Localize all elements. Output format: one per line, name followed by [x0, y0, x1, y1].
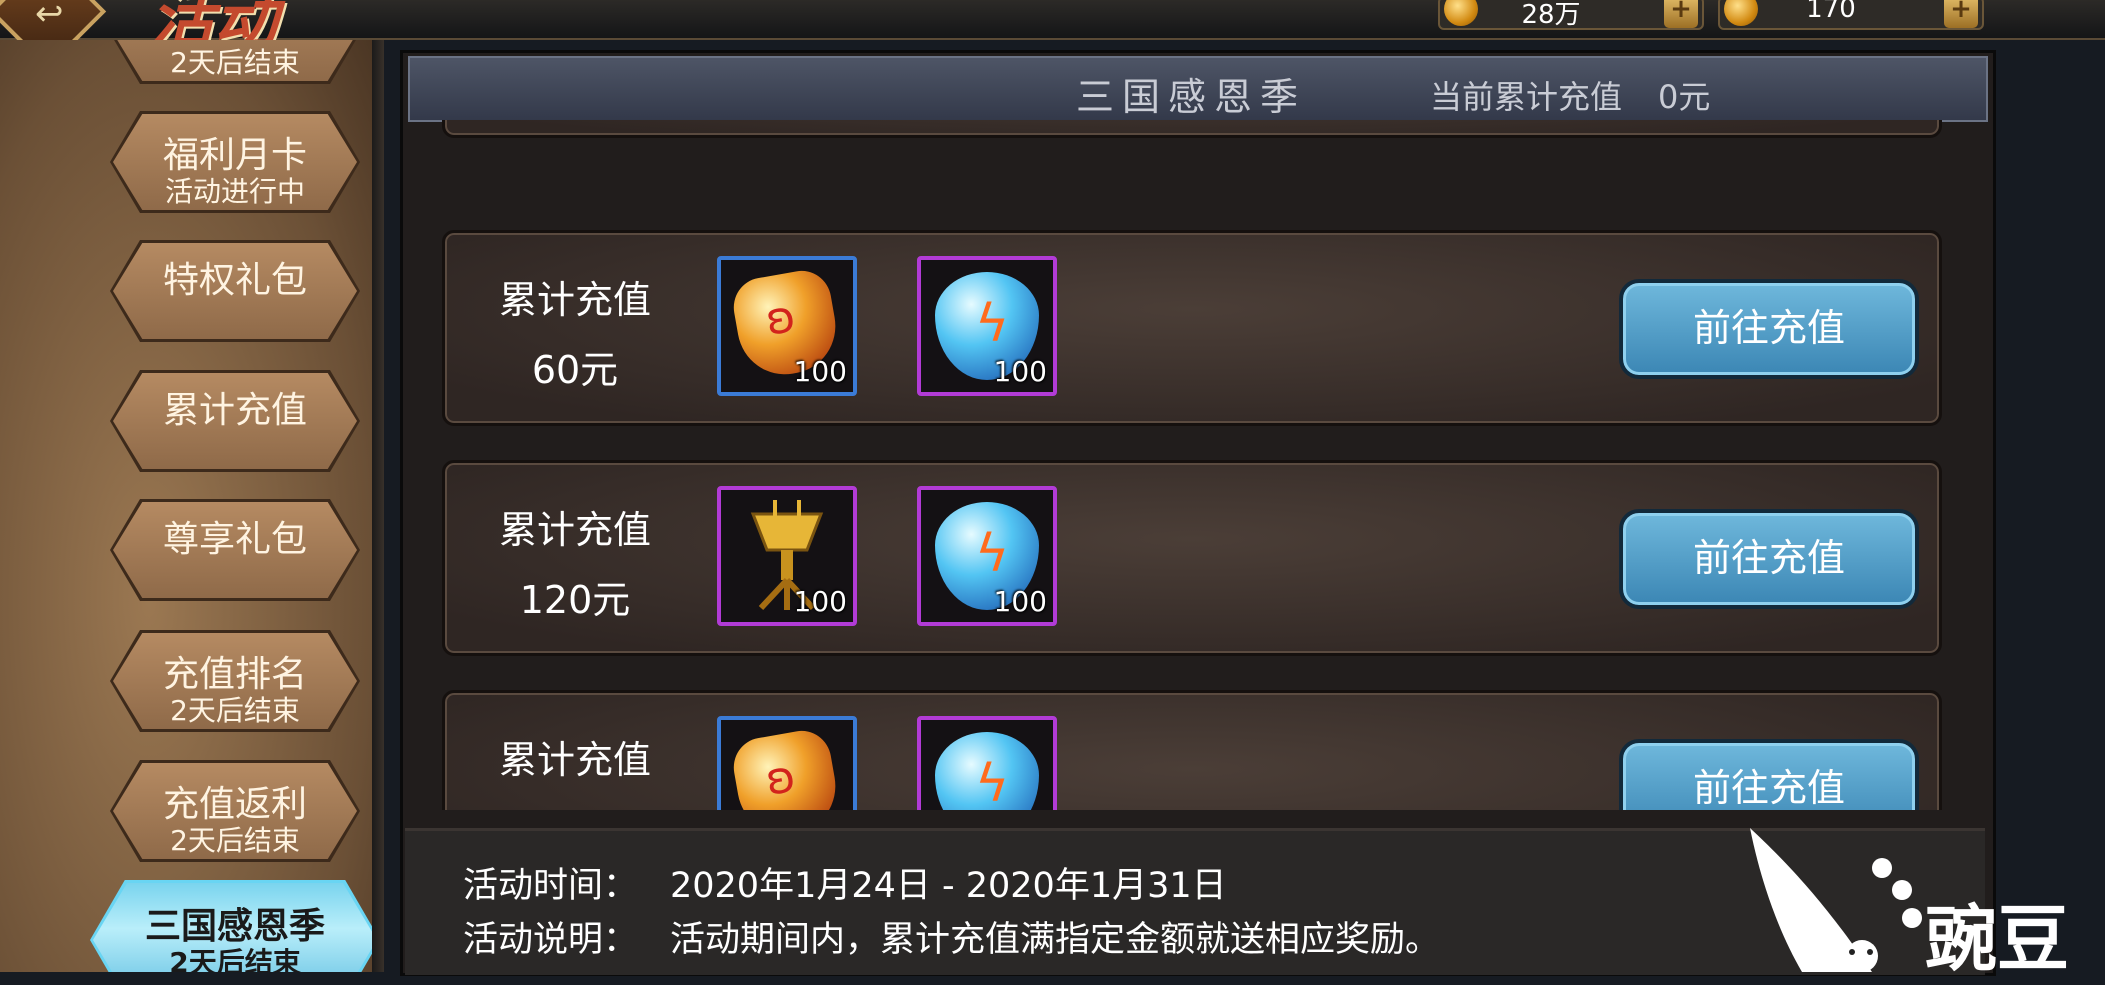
- reward-requirement-label: 累计充值: [498, 278, 651, 322]
- reward-requirement-amount: 120元: [519, 578, 631, 622]
- reward-item-slot[interactable]: 100: [717, 486, 857, 626]
- panel-title: 三国感恩季: [1076, 75, 1307, 119]
- reward-requirement-amount: 60元: [531, 348, 619, 392]
- item-quantity: 100: [993, 355, 1047, 388]
- total-recharge-value: 0元: [1658, 78, 1711, 116]
- sidebar-item-cumulative-recharge[interactable]: 累计充值: [110, 370, 360, 472]
- sidebar-item-recharge-ranking[interactable]: 充值排名 2天后结束: [110, 630, 360, 732]
- reward-item-slot[interactable]: 100: [717, 256, 857, 396]
- go-recharge-button[interactable]: 前往充值: [1619, 509, 1919, 609]
- sidebar-item-monthly-card[interactable]: 福利月卡 活动进行中: [110, 111, 360, 213]
- crystal-icon: [935, 732, 1039, 810]
- sidebar-item-premium-pack[interactable]: 尊享礼包: [110, 499, 360, 601]
- reward-item-slot[interactable]: [917, 716, 1057, 810]
- reward-row-partial: [442, 120, 1942, 138]
- gold-ingot-value: 170: [1806, 0, 1856, 24]
- item-quantity: 100: [993, 585, 1047, 618]
- gem-icon: [729, 726, 843, 810]
- activity-description-label: 活动说明：: [463, 920, 639, 960]
- sidebar-item-thanksgiving[interactable]: 三国感恩季 2天后结束: [90, 880, 372, 972]
- reward-item-slot[interactable]: [717, 716, 857, 810]
- reward-item-slot[interactable]: 100: [917, 256, 1057, 396]
- reward-row: 累计充值 60元 100 100 前往充值: [442, 230, 1942, 426]
- total-recharge-label: 当前累计充值: [1430, 78, 1623, 116]
- add-gold-coin-button[interactable]: +: [1664, 0, 1698, 28]
- reward-item-slot[interactable]: 100: [917, 486, 1057, 626]
- activity-time-label: 活动时间：: [463, 866, 639, 906]
- item-quantity: 100: [793, 585, 847, 618]
- watermark-text: 豌豆: [1925, 897, 2070, 981]
- gold-coin-currency: 28万 +: [1438, 0, 1704, 30]
- sidebar-item-0[interactable]: 2天后结束: [110, 40, 360, 84]
- watermark-logo-icon: [1750, 828, 1922, 972]
- sidebar-item-sub: 2天后结束: [170, 46, 300, 79]
- gold-ingot-currency: 170 +: [1718, 0, 1984, 30]
- sidebar-item-privilege-pack[interactable]: 特权礼包: [110, 240, 360, 342]
- reward-row: 累计充值 120元 100 100 前往充值: [442, 460, 1942, 656]
- reward-list[interactable]: 累计充值 60元 100 100 前往充值 累计充值 120元 100 10: [400, 120, 1990, 810]
- add-gold-ingot-button[interactable]: +: [1944, 0, 1978, 28]
- activity-sidebar: 2天后结束 福利月卡 活动进行中 特权礼包 累计充值 尊享礼包 充值排名 2天后…: [0, 40, 372, 972]
- gold-coin-value: 28万: [1521, 0, 1581, 30]
- sidebar-item-sub: 2天后结束: [169, 946, 301, 972]
- reward-requirement-label: 累计充值: [498, 738, 651, 782]
- reward-requirement-label: 累计充值: [498, 508, 651, 552]
- go-recharge-button[interactable]: 前往充值: [1619, 279, 1919, 379]
- sidebar-item-recharge-rebate[interactable]: 充值返利 2天后结束: [110, 760, 360, 862]
- top-bar: ↩ 活动 28万 + 170 +: [0, 0, 2105, 71]
- sidebar-item-sub: 2天后结束: [170, 824, 300, 857]
- panel-header: 三国感恩季 当前累计充值 0元: [408, 56, 1988, 122]
- go-recharge-button[interactable]: 前往充值: [1619, 739, 1919, 810]
- sidebar-item-label: 尊享礼包: [162, 519, 307, 560]
- sidebar-item-label: 累计充值: [162, 390, 307, 431]
- item-quantity: 100: [793, 355, 847, 388]
- sidebar-item-sub: 活动进行中: [164, 175, 305, 208]
- reward-row: 累计充值 前往充值: [442, 690, 1942, 810]
- activity-description-value: 活动期间内，累计充值满指定金额就送相应奖励。: [670, 920, 1441, 960]
- activity-time-value: 2020年1月24日 - 2020年1月31日: [670, 866, 1227, 906]
- back-icon[interactable]: ↩: [35, 0, 64, 34]
- sidebar-divider: [372, 40, 384, 972]
- sidebar-item-sub: 2天后结束: [170, 694, 300, 727]
- sidebar-item-label: 特权礼包: [162, 260, 307, 301]
